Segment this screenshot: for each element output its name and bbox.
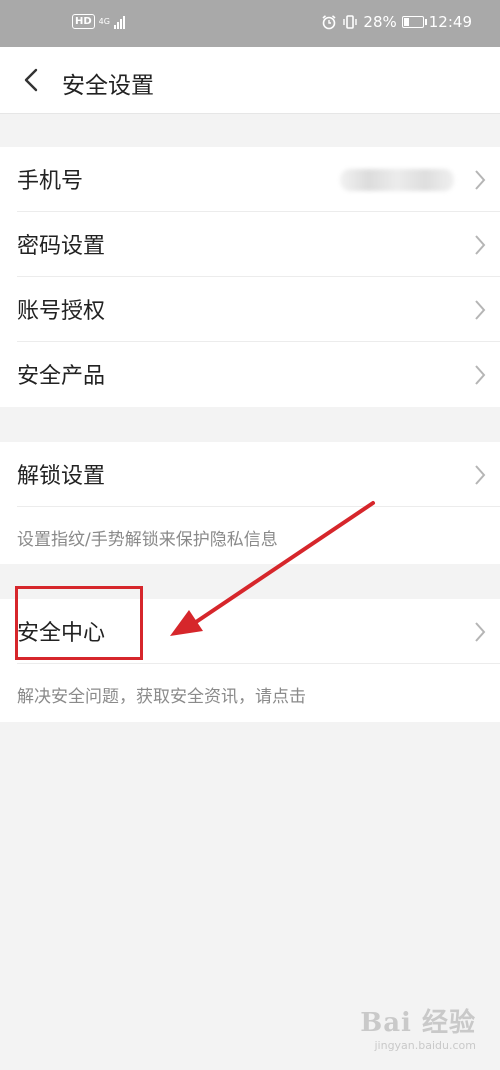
- account-authorization-row[interactable]: 账号授权: [0, 277, 500, 342]
- battery-icon: [401, 16, 427, 28]
- battery-percent: 28%: [363, 13, 397, 31]
- vibrate-icon: [343, 15, 358, 29]
- divider: [17, 506, 500, 507]
- security-products-row[interactable]: 安全产品: [0, 342, 500, 407]
- hd-badge: HD: [72, 14, 95, 29]
- chevron-right-icon: [475, 465, 486, 485]
- chevron-right-icon: [475, 170, 486, 190]
- chevron-right-icon: [475, 235, 486, 255]
- status-right: 28% 12:49: [321, 13, 472, 31]
- chevron-right-icon: [475, 365, 486, 385]
- chevron-right-icon: [475, 300, 486, 320]
- network-type: 4G: [98, 16, 110, 26]
- password-settings-row[interactable]: 密码设置: [0, 212, 500, 277]
- unlock-settings-label: 解锁设置: [17, 464, 106, 489]
- password-settings-label: 密码设置: [17, 234, 106, 259]
- watermark-logo: Bai 经验: [360, 1008, 476, 1038]
- security-products-label: 安全产品: [17, 364, 106, 389]
- page-title: 安全设置: [62, 73, 154, 99]
- blurred-phone-value: [340, 169, 454, 191]
- phone-number-label: 手机号: [17, 169, 84, 194]
- watermark: Bai 经验 jingyan.baidu.com: [360, 1002, 476, 1052]
- security-center-description: 解决安全问题，获取安全资讯，请点击: [17, 687, 306, 707]
- divider: [17, 663, 500, 664]
- account-authorization-label: 账号授权: [17, 299, 106, 324]
- battery-fill: [403, 18, 409, 26]
- status-left: HD 4G: [72, 14, 125, 29]
- back-arrow-icon[interactable]: [20, 67, 46, 93]
- account-security-group: 手机号 密码设置 账号授权 安全产品: [0, 147, 500, 407]
- unlock-settings-description: 设置指纹/手势解锁来保护隐私信息: [17, 530, 278, 550]
- network-indicator: 4G: [98, 16, 110, 26]
- chevron-right-icon: [475, 622, 486, 642]
- unlock-settings-group: 解锁设置 设置指纹/手势解锁来保护隐私信息: [0, 442, 500, 564]
- unlock-settings-row[interactable]: 解锁设置: [0, 442, 500, 507]
- highlight-box: [15, 586, 143, 660]
- signal-icon: [113, 15, 125, 29]
- watermark-url: jingyan.baidu.com: [374, 1039, 476, 1052]
- nav-header: 安全设置: [0, 47, 500, 114]
- phone-number-row[interactable]: 手机号: [0, 147, 500, 212]
- clock: 12:49: [428, 13, 472, 31]
- status-bar: HD 4G 28% 12:49: [0, 0, 500, 47]
- alarm-icon: [322, 15, 336, 30]
